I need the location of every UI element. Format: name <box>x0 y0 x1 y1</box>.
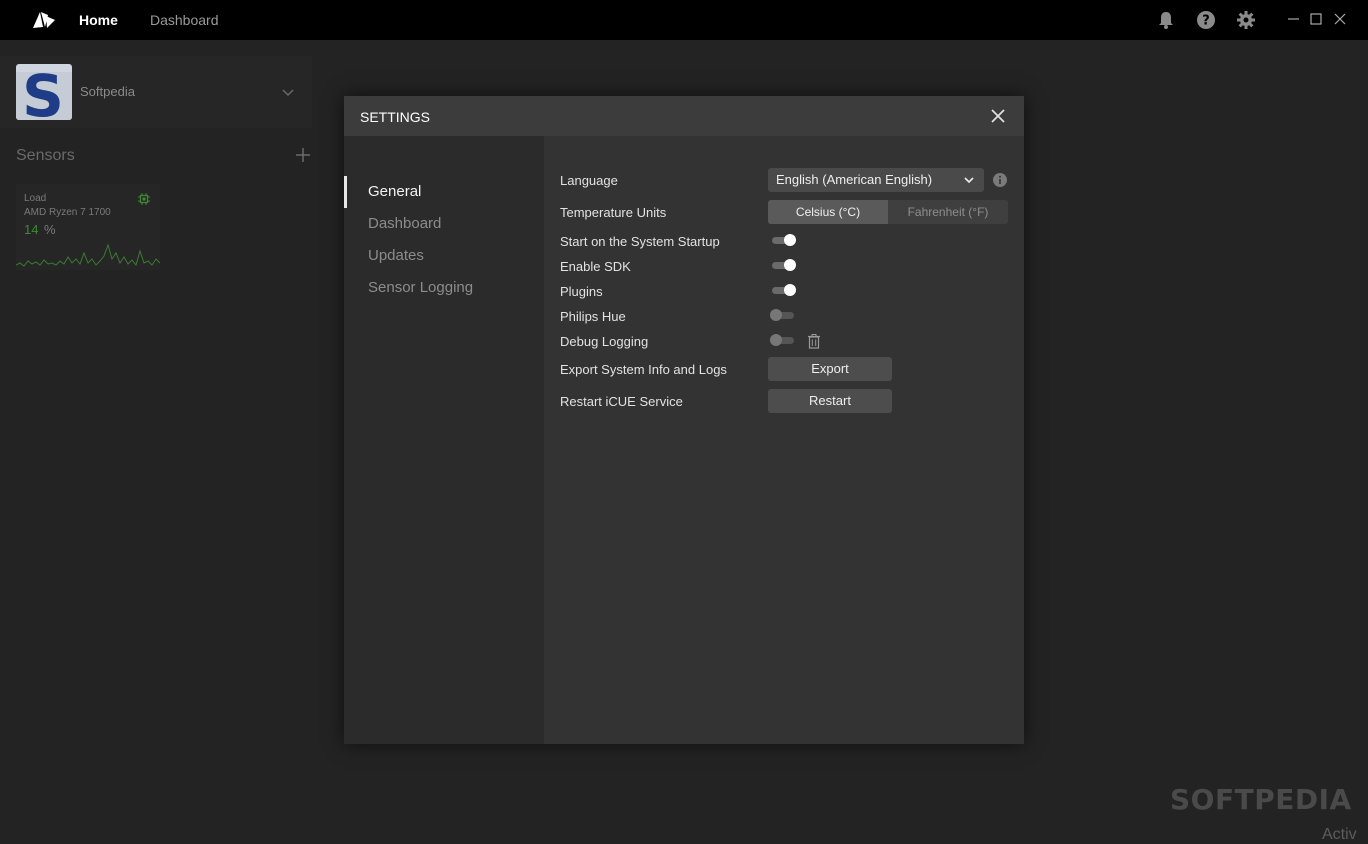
language-select[interactable]: English (American English) <box>768 168 984 192</box>
settings-modal: SETTINGS General Dashboard Updates Senso… <box>344 96 1024 744</box>
device-name: Softpedia <box>80 84 135 99</box>
svg-text:S: S <box>22 64 64 120</box>
settings-nav: General Dashboard Updates Sensor Logging <box>344 136 544 744</box>
device-avatar: S <box>16 64 72 120</box>
info-icon[interactable] <box>992 172 1008 188</box>
modal-title: SETTINGS <box>360 109 431 125</box>
cpu-chip-icon <box>138 193 150 205</box>
minimize-icon[interactable] <box>1286 11 1302 27</box>
plugins-toggle[interactable] <box>770 284 796 296</box>
restart-label: Restart iCUE Service <box>560 394 683 409</box>
philips-hue-toggle[interactable] <box>770 309 796 321</box>
settings-nav-updates[interactable]: Updates <box>344 240 544 272</box>
settings-nav-sensor-logging[interactable]: Sensor Logging <box>344 272 544 304</box>
philips-hue-label: Philips Hue <box>560 309 626 324</box>
sensor-load-graph <box>16 243 160 267</box>
sensor-card[interactable]: Load AMD Ryzen 7 1700 14 % <box>16 184 160 270</box>
close-window-icon[interactable] <box>1332 11 1348 27</box>
chevron-down-icon[interactable] <box>280 84 296 100</box>
language-value: English (American English) <box>776 172 933 187</box>
svg-text:?: ? <box>1202 14 1210 29</box>
restart-button[interactable]: Restart <box>768 389 892 413</box>
chevron-down-icon <box>964 177 974 184</box>
sensor-device: AMD Ryzen 7 1700 <box>24 207 111 218</box>
device-selector[interactable]: S Softpedia <box>0 56 312 128</box>
language-label: Language <box>560 173 618 188</box>
settings-nav-dashboard[interactable]: Dashboard <box>344 208 544 240</box>
plugins-label: Plugins <box>560 284 603 299</box>
bell-icon[interactable] <box>1156 10 1176 30</box>
settings-nav-general[interactable]: General <box>344 176 544 208</box>
startup-toggle[interactable] <box>770 234 796 246</box>
help-icon[interactable]: ? <box>1196 10 1216 30</box>
export-button[interactable]: Export <box>768 357 892 381</box>
debug-logging-label: Debug Logging <box>560 334 649 349</box>
watermark: SOFTPEDIA <box>1170 783 1352 816</box>
maximize-icon[interactable] <box>1308 11 1324 27</box>
close-icon[interactable] <box>990 108 1006 124</box>
top-bar: Home Dashboard ? <box>0 0 1368 40</box>
fahrenheit-option[interactable]: Fahrenheit (°F) <box>888 200 1008 224</box>
trash-icon[interactable] <box>806 333 822 349</box>
activation-watermark: Activ <box>1322 826 1357 843</box>
enable-sdk-label: Enable SDK <box>560 259 631 274</box>
tab-home[interactable]: Home <box>79 12 118 28</box>
settings-general-panel: Language English (American English) Temp… <box>544 136 1024 744</box>
add-sensor-icon[interactable] <box>294 146 312 164</box>
temperature-units-label: Temperature Units <box>560 205 667 220</box>
sensor-value: 14 <box>24 222 39 237</box>
sensor-unit: % <box>44 222 56 237</box>
modal-header: SETTINGS <box>344 96 1024 136</box>
tab-dashboard[interactable]: Dashboard <box>150 12 219 28</box>
corsair-logo-icon[interactable] <box>31 8 57 32</box>
enable-sdk-toggle[interactable] <box>770 259 796 271</box>
debug-logging-toggle[interactable] <box>770 334 796 346</box>
sensor-label: Load <box>24 193 47 204</box>
export-label: Export System Info and Logs <box>560 362 727 377</box>
startup-label: Start on the System Startup <box>560 234 720 249</box>
celsius-option[interactable]: Celsius (°C) <box>768 200 888 224</box>
sensors-title: Sensors <box>16 147 75 164</box>
gear-icon[interactable] <box>1236 10 1256 30</box>
